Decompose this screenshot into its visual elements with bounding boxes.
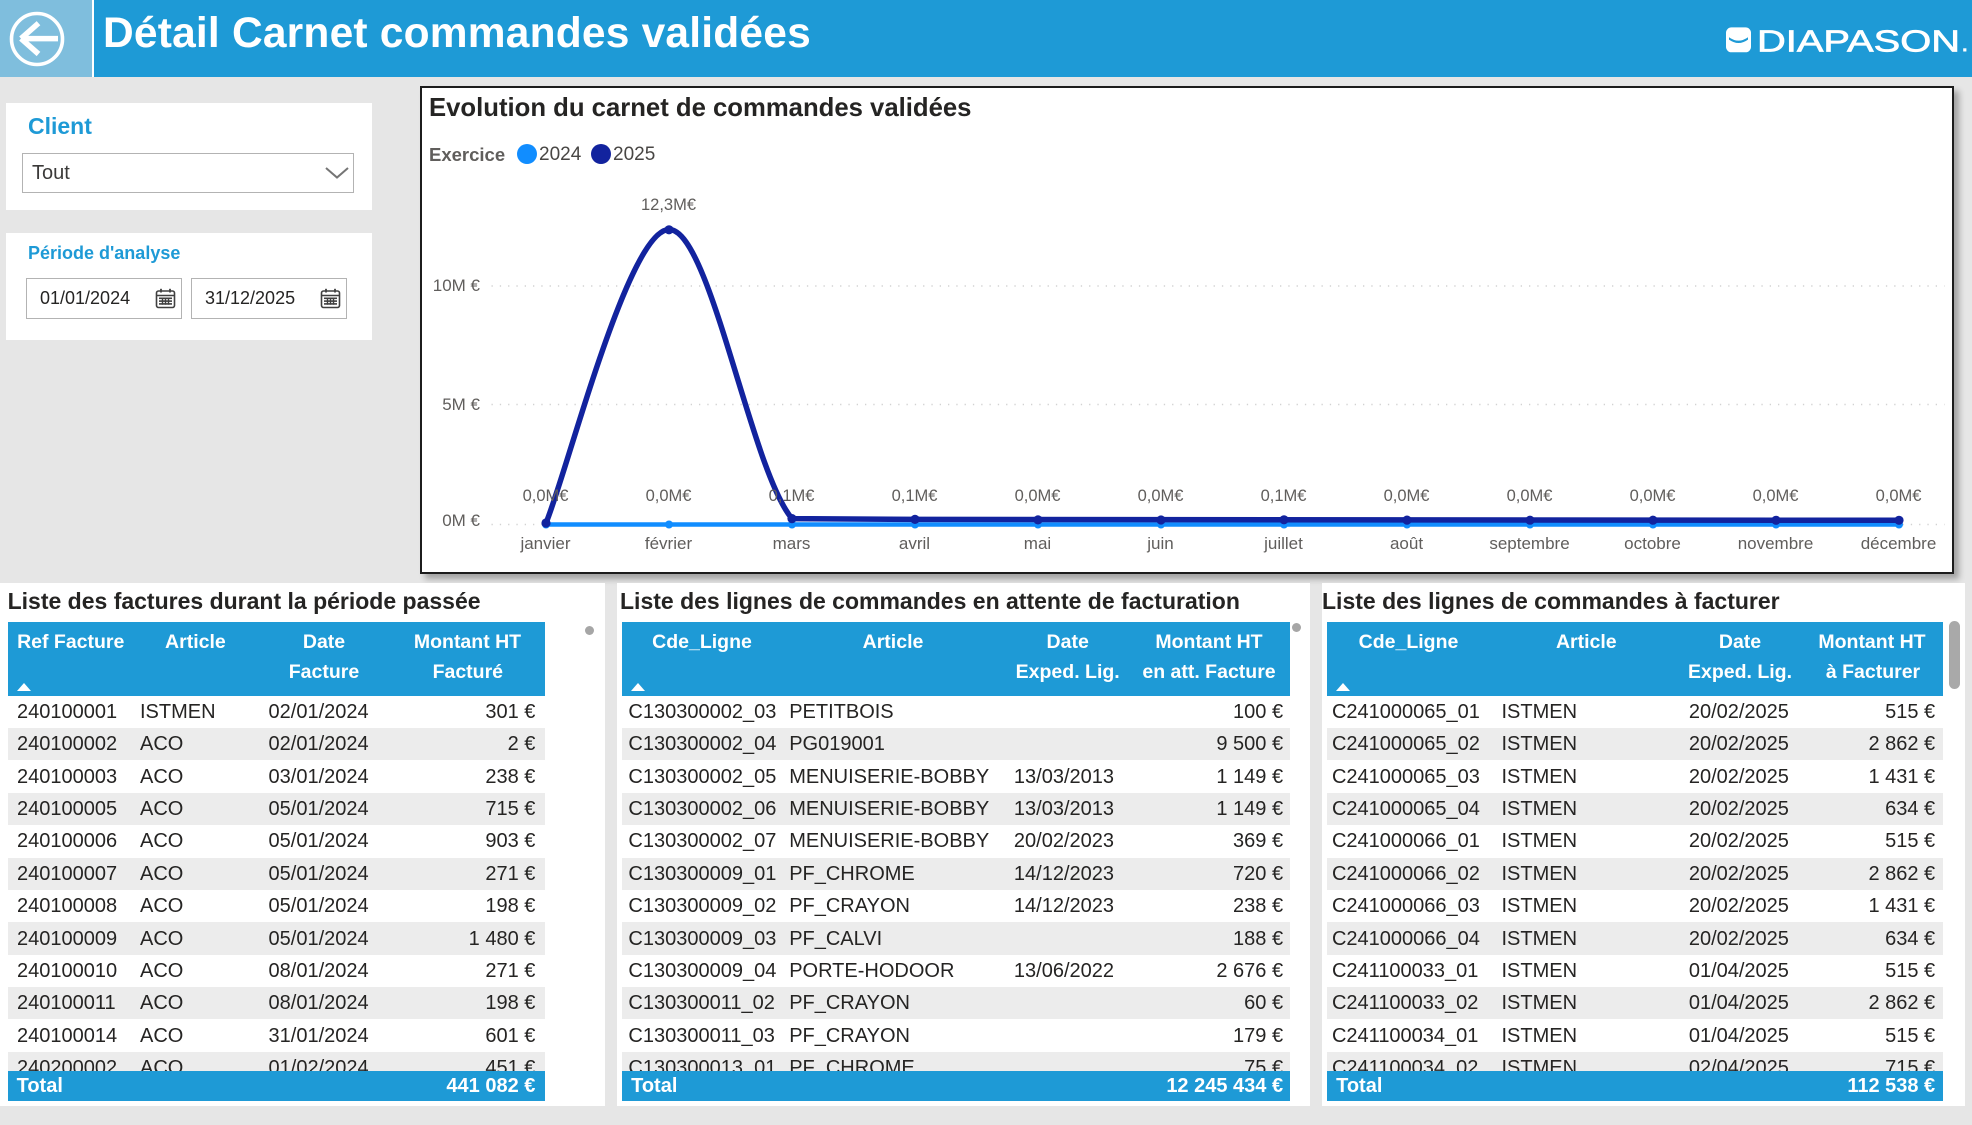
svg-text:DIAPASON: DIAPASON [1757, 26, 1960, 57]
